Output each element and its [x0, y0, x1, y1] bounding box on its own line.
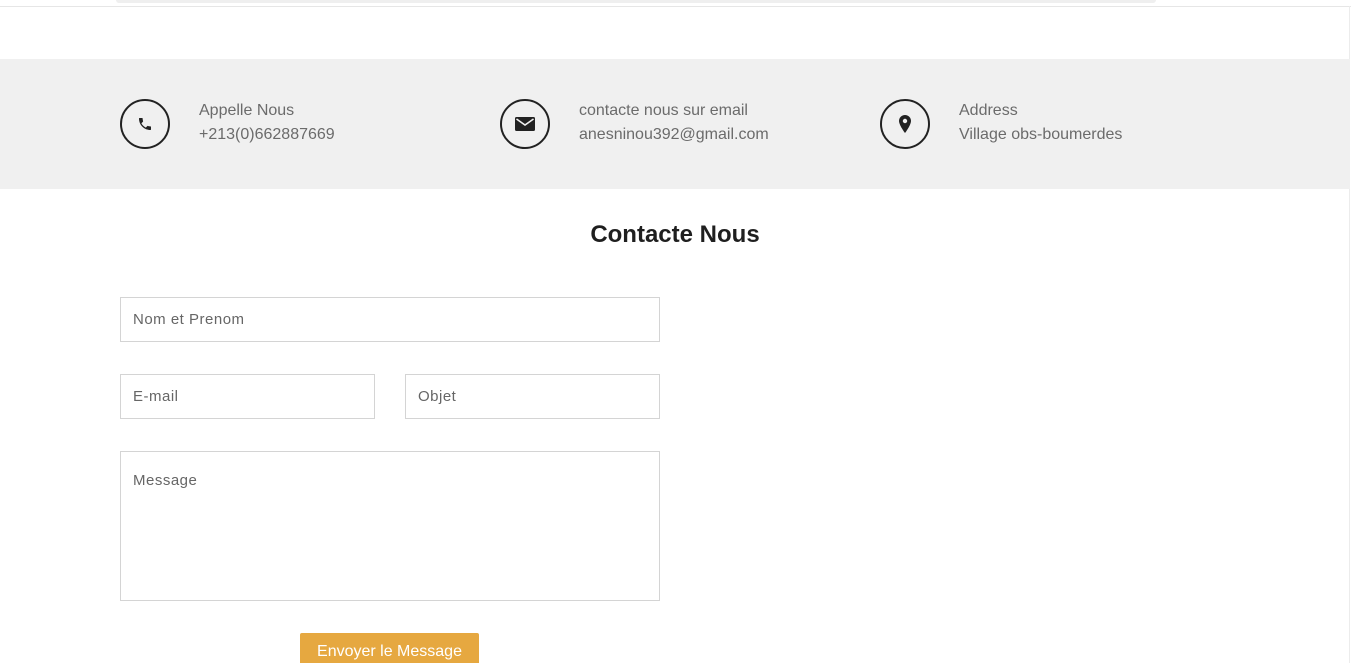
contact-page: Appelle Nous +213(0)662887669 contacte n…: [0, 0, 1351, 663]
header-shadow: [116, 0, 1156, 3]
phone-number: +213(0)662887669: [199, 126, 335, 143]
message-textarea[interactable]: [120, 451, 660, 601]
phone-icon: [120, 99, 170, 149]
email-address: anesninou392@gmail.com: [579, 126, 769, 143]
map-marker-icon: [880, 99, 930, 149]
name-input[interactable]: [120, 297, 660, 342]
send-message-button[interactable]: Envoyer le Message: [300, 633, 479, 663]
contact-form-title: Contacte Nous: [590, 221, 760, 248]
email-input[interactable]: [120, 374, 375, 419]
subject-input[interactable]: [405, 374, 660, 419]
address-value: Village obs-boumerdes: [959, 126, 1123, 143]
header-divider: [0, 6, 1351, 7]
email-label: contacte nous sur email: [579, 102, 748, 119]
address-label: Address: [959, 102, 1018, 119]
envelope-icon: [500, 99, 550, 149]
phone-label: Appelle Nous: [199, 102, 295, 119]
contact-info-band: Appelle Nous +213(0)662887669 contacte n…: [0, 59, 1350, 189]
